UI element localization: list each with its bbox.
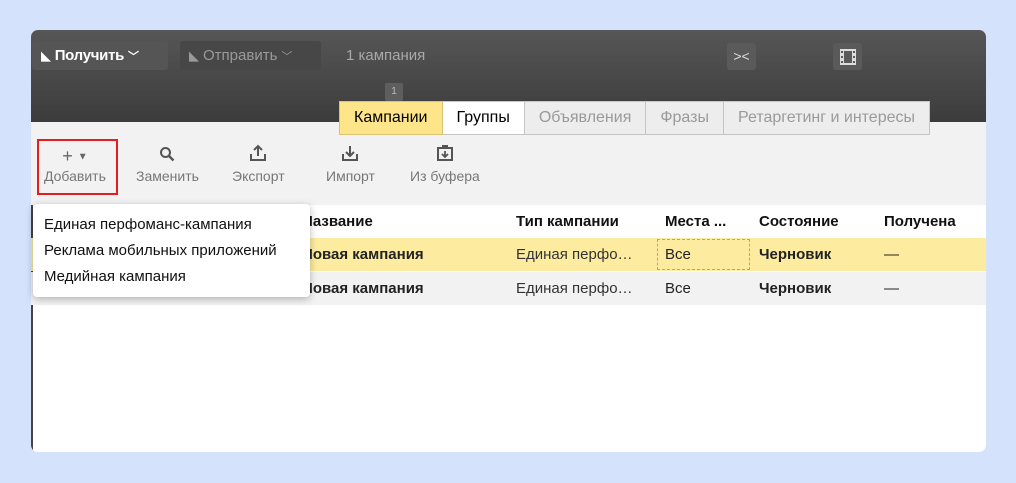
row-received: —	[884, 280, 899, 297]
row-name: Новая кампания	[302, 246, 424, 263]
chevron-down-icon: ﹀	[281, 51, 293, 63]
row-type: Единая перфо…	[516, 246, 633, 263]
send-button[interactable]: ◣ Отправить ﹀	[180, 41, 321, 70]
download-arrow-icon: ◣	[41, 48, 51, 63]
tab-ads[interactable]: Объявления	[524, 101, 647, 135]
film-icon	[839, 49, 856, 66]
column-header-received[interactable]: Получена	[884, 213, 956, 230]
row-places: Все	[665, 280, 691, 297]
row-status: Черновик	[759, 246, 832, 263]
campaign-count: 1 кампания	[346, 47, 426, 64]
column-header-type[interactable]: Тип кампании	[516, 213, 619, 230]
tab-groups[interactable]: Группы	[442, 101, 525, 135]
export-button[interactable]: Экспорт	[232, 144, 285, 184]
from-buffer-button[interactable]: Из буфера	[410, 144, 480, 184]
upload-icon	[232, 144, 285, 168]
row-type: Единая перфо…	[516, 280, 633, 297]
add-label: Добавить	[44, 168, 106, 184]
row-status: Черновик	[759, 280, 832, 297]
send-arrow-icon: ◣	[189, 48, 199, 63]
menu-item-mobile-apps[interactable]: Реклама мобильных приложений	[44, 241, 277, 261]
replace-button[interactable]: Заменить	[136, 144, 199, 184]
row-places-focused[interactable]: Все	[657, 239, 750, 270]
menu-item-media-campaign[interactable]: Медийная кампания	[44, 267, 186, 287]
chevron-down-icon: ﹀	[128, 51, 139, 63]
tab-phrases[interactable]: Фразы	[646, 101, 724, 135]
download-icon	[326, 144, 375, 168]
row-name: Новая кампания	[302, 280, 424, 297]
import-label: Импорт	[326, 168, 375, 184]
add-button[interactable]: + ▼ Добавить	[44, 144, 106, 184]
column-header-name[interactable]: Название	[302, 213, 373, 230]
send-button-label: Отправить	[203, 47, 278, 64]
export-label: Экспорт	[232, 168, 285, 184]
get-button[interactable]: ◣ Получить ﹀	[32, 41, 168, 70]
replace-label: Заменить	[136, 168, 199, 184]
tab-campaigns[interactable]: Кампании	[339, 101, 443, 135]
tabs-bar: Кампании Группы Объявления Фразы Ретарге…	[339, 101, 930, 135]
collapse-arrows-icon: ><	[733, 48, 750, 64]
tab-retargeting[interactable]: Ретаргетинг и интересы	[723, 101, 930, 135]
row-received: —	[884, 246, 899, 263]
search-icon	[136, 144, 199, 168]
get-button-label: Получить	[54, 47, 125, 64]
add-dropdown-menu: Единая перфоманс-кампания Реклама мобиль…	[33, 204, 310, 297]
plus-icon: + ▼	[62, 146, 88, 166]
clipboard-icon	[410, 144, 480, 168]
column-header-places[interactable]: Места ...	[665, 213, 726, 230]
tab-badge: 1	[385, 83, 403, 101]
collapse-button[interactable]: ><	[727, 43, 756, 70]
menu-item-performance-campaign[interactable]: Единая перфоманс-кампания	[44, 215, 252, 235]
column-header-status[interactable]: Состояние	[759, 213, 839, 230]
from-buffer-label: Из буфера	[410, 168, 480, 184]
import-button[interactable]: Импорт	[326, 144, 375, 184]
film-button[interactable]	[833, 43, 862, 70]
